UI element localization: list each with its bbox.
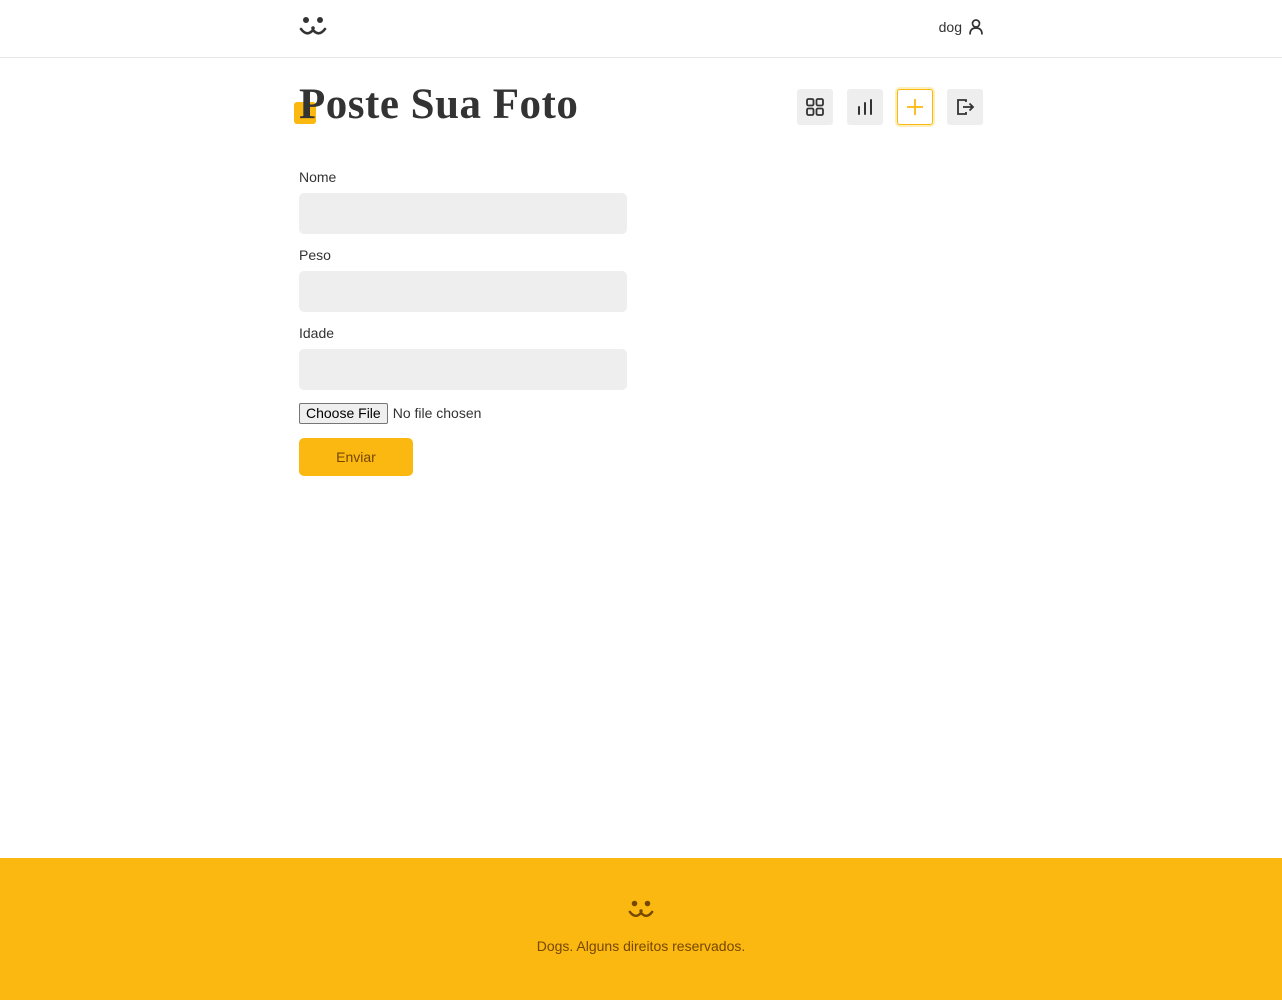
nav-post-photo-button[interactable]: [897, 89, 933, 125]
choose-file-button[interactable]: Choose File: [299, 402, 388, 424]
post-photo-form: Nome Peso Idade Choose File No file chos…: [299, 168, 627, 476]
peso-label: Peso: [299, 247, 331, 263]
peso-input[interactable]: [299, 271, 627, 312]
dog-face-icon[interactable]: [299, 14, 327, 40]
idade-label: Idade: [299, 325, 335, 341]
bar-chart-icon: [858, 99, 872, 115]
user-account-link[interactable]: dog: [939, 19, 983, 35]
account-nav: [797, 89, 983, 125]
grid-icon: [806, 98, 824, 116]
site-header: dog: [0, 0, 1282, 58]
nav-stats-button[interactable]: [847, 89, 883, 125]
footer-copyright-text: Dogs. Alguns direitos reservados.: [536, 938, 746, 954]
page-title: Poste Sua Foto: [299, 81, 579, 128]
site-footer: Dogs. Alguns direitos reservados.: [0, 858, 1282, 1000]
file-status-text: No file chosen: [392, 405, 482, 421]
dog-face-icon: [628, 900, 654, 918]
nav-my-photos-button[interactable]: [797, 89, 833, 125]
file-picker: Choose File No file chosen: [299, 402, 627, 424]
submit-button[interactable]: Enviar: [299, 438, 413, 476]
header-container: dog: [299, 0, 983, 58]
plus-icon: [907, 99, 923, 115]
nome-input[interactable]: [299, 193, 627, 234]
logout-icon: [957, 99, 975, 115]
user-label: dog: [938, 19, 962, 35]
nav-logout-button[interactable]: [947, 89, 983, 125]
page-title-block: Poste Sua Foto: [294, 80, 579, 132]
nome-label: Nome: [299, 169, 337, 185]
idade-input[interactable]: [299, 349, 627, 390]
user-icon: [969, 19, 983, 35]
